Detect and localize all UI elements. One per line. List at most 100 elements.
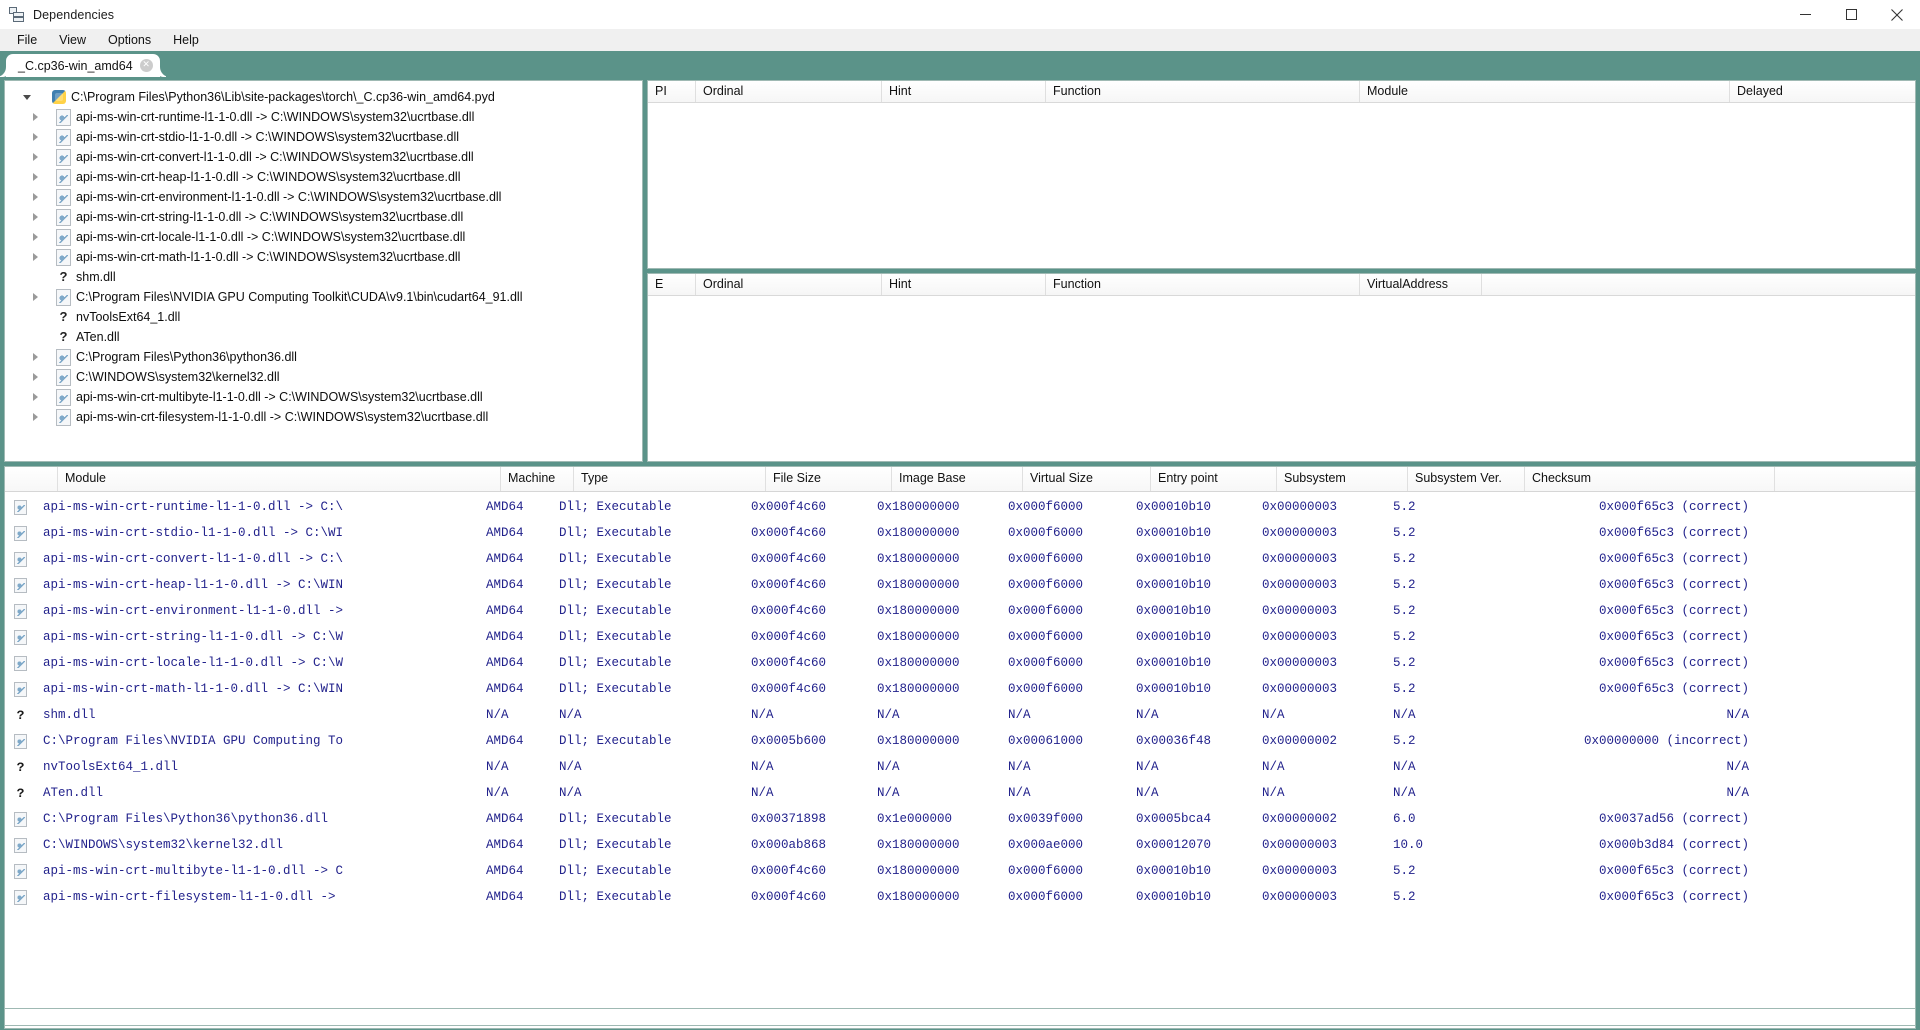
module-column-subsystem[interactable]: Subsystem bbox=[1277, 467, 1408, 491]
chevron-right-icon[interactable] bbox=[29, 171, 42, 184]
chevron-right-icon[interactable] bbox=[29, 111, 42, 124]
dependency-tree-panel[interactable]: C:\Program Files\Python36\Lib\site-packa… bbox=[4, 80, 643, 462]
module-column-virtual-size[interactable]: Virtual Size bbox=[1023, 467, 1151, 491]
table-row[interactable]: api-ms-win-crt-runtime-l1-1-0.dll -> C:\… bbox=[5, 494, 1915, 520]
table-row[interactable]: ? shm.dll N/A N/A N/A N/A N/A N/A N/A N/A N/A bbox=[5, 702, 1915, 728]
exports-panel[interactable]: E Ordinal Hint Function VirtualAddress bbox=[647, 273, 1916, 462]
chevron-right-icon[interactable] bbox=[29, 251, 42, 264]
exports-header-row: E Ordinal Hint Function VirtualAddress bbox=[648, 274, 1915, 296]
chevron-right-icon[interactable] bbox=[29, 191, 42, 204]
chevron-right-icon[interactable] bbox=[29, 411, 42, 424]
table-row[interactable]: api-ms-win-crt-environment-l1-1-0.dll ->… bbox=[5, 598, 1915, 624]
imports-column-pi[interactable]: PI bbox=[648, 81, 696, 102]
module-list-body[interactable]: api-ms-win-crt-runtime-l1-1-0.dll -> C:\… bbox=[5, 492, 1915, 1028]
table-row[interactable]: api-ms-win-crt-string-l1-1-0.dll -> C:\W… bbox=[5, 624, 1915, 650]
dll-file-icon bbox=[5, 655, 36, 671]
module-column-blank[interactable] bbox=[1775, 467, 1915, 491]
imports-column-delayed[interactable]: Delayed bbox=[1730, 81, 1915, 102]
module-list-panel[interactable]: Module Machine Type File Size Image Base Virt… bbox=[4, 466, 1916, 1029]
module-column-module[interactable]: Module bbox=[58, 467, 501, 491]
dll-file-icon bbox=[56, 188, 71, 206]
table-cell: api-ms-win-crt-convert-l1-1-0.dll -> C:\ bbox=[43, 552, 344, 566]
dll-file-icon bbox=[5, 837, 36, 853]
tree-node[interactable]: api-ms-win-crt-multibyte-l1-1-0.dll -> C… bbox=[5, 387, 642, 407]
table-row[interactable]: api-ms-win-crt-heap-l1-1-0.dll -> C:\WIN… bbox=[5, 572, 1915, 598]
table-row[interactable]: api-ms-win-crt-filesystem-l1-1-0.dll -> A… bbox=[5, 884, 1915, 910]
tree-node[interactable]: C:\Program Files\Python36\python36.dll bbox=[5, 347, 642, 367]
table-row[interactable]: C:\WINDOWS\system32\kernel32.dll AMD64 Dll… bbox=[5, 832, 1915, 858]
table-row[interactable]: api-ms-win-crt-stdio-l1-1-0.dll -> C:\WI… bbox=[5, 520, 1915, 546]
window-controls bbox=[1782, 0, 1920, 29]
tree-node[interactable]: C:\WINDOWS\system32\kernel32.dll bbox=[5, 367, 642, 387]
module-column-entry-point[interactable]: Entry point bbox=[1151, 467, 1277, 491]
imports-column-function[interactable]: Function bbox=[1046, 81, 1360, 102]
exports-column-virtualaddress[interactable]: VirtualAddress bbox=[1360, 274, 1482, 295]
chevron-down-icon[interactable] bbox=[21, 91, 34, 104]
exports-column-hint[interactable]: Hint bbox=[882, 274, 1046, 295]
tree-node[interactable]: C:\Program Files\Python36\Lib\site-packa… bbox=[5, 87, 642, 107]
imports-column-hint[interactable]: Hint bbox=[882, 81, 1046, 102]
close-button[interactable] bbox=[1874, 0, 1920, 29]
chevron-right-icon[interactable] bbox=[29, 231, 42, 244]
module-column-subsystem-ver[interactable]: Subsystem Ver. bbox=[1408, 467, 1525, 491]
table-row[interactable]: ? nvToolsExt64_1.dll N/A N/A N/A N/A N/A N/A N/A… bbox=[5, 754, 1915, 780]
table-cell: N/A bbox=[559, 708, 582, 722]
chevron-right-icon[interactable] bbox=[29, 131, 42, 144]
tree-node[interactable]: api-ms-win-crt-environment-l1-1-0.dll ->… bbox=[5, 187, 642, 207]
exports-column-blank[interactable] bbox=[1482, 274, 1915, 295]
tree-node-label: api-ms-win-crt-string-l1-1-0.dll -> C:\W… bbox=[76, 210, 464, 224]
module-column-machine[interactable]: Machine bbox=[501, 467, 574, 491]
menu-item-help[interactable]: Help bbox=[162, 30, 210, 50]
imports-column-ordinal[interactable]: Ordinal bbox=[696, 81, 882, 102]
exports-column-ordinal[interactable]: Ordinal bbox=[696, 274, 882, 295]
chevron-right-icon[interactable] bbox=[29, 371, 42, 384]
exports-column-function[interactable]: Function bbox=[1046, 274, 1360, 295]
tab-close-icon[interactable]: ✕ bbox=[139, 59, 153, 72]
tree-node[interactable]: api-ms-win-crt-convert-l1-1-0.dll -> C:\… bbox=[5, 147, 642, 167]
chevron-right-icon[interactable] bbox=[29, 151, 42, 164]
table-row[interactable]: ? ATen.dll N/A N/A N/A N/A N/A N/A N/A N/A N/A bbox=[5, 780, 1915, 806]
tree-node[interactable]: api-ms-win-crt-locale-l1-1-0.dll -> C:\W… bbox=[5, 227, 642, 247]
table-row[interactable]: api-ms-win-crt-multibyte-l1-1-0.dll -> C… bbox=[5, 858, 1915, 884]
table-row[interactable]: C:\Program Files\NVIDIA GPU Computing To… bbox=[5, 728, 1915, 754]
table-cell: N/A bbox=[559, 786, 582, 800]
exports-body[interactable] bbox=[648, 296, 1915, 461]
tree-node[interactable]: api-ms-win-crt-string-l1-1-0.dll -> C:\W… bbox=[5, 207, 642, 227]
tree-node[interactable]: api-ms-win-crt-math-l1-1-0.dll -> C:\WIN… bbox=[5, 247, 642, 267]
module-column-file-size[interactable]: File Size bbox=[766, 467, 892, 491]
table-row[interactable]: api-ms-win-crt-convert-l1-1-0.dll -> C:\… bbox=[5, 546, 1915, 572]
imports-panel[interactable]: PI Ordinal Hint Function Module Delayed bbox=[647, 80, 1916, 269]
exports-column-e[interactable]: E bbox=[648, 274, 696, 295]
module-column-checksum[interactable]: Checksum bbox=[1525, 467, 1775, 491]
maximize-button[interactable] bbox=[1828, 0, 1874, 29]
tree-node[interactable]: api-ms-win-crt-filesystem-l1-1-0.dll -> … bbox=[5, 407, 642, 427]
module-column-type[interactable]: Type bbox=[574, 467, 766, 491]
module-column-image-base[interactable]: Image Base bbox=[892, 467, 1023, 491]
tree-node[interactable]: C:\Program Files\NVIDIA GPU Computing To… bbox=[5, 287, 642, 307]
tree-node[interactable]: ? ATen.dll bbox=[5, 327, 642, 347]
tree-node[interactable]: ? shm.dll bbox=[5, 267, 642, 287]
chevron-right-icon[interactable] bbox=[29, 291, 42, 304]
chevron-right-icon[interactable] bbox=[29, 351, 42, 364]
table-row[interactable]: api-ms-win-crt-math-l1-1-0.dll -> C:\WIN… bbox=[5, 676, 1915, 702]
menu-item-view[interactable]: View bbox=[48, 30, 97, 50]
table-row[interactable]: C:\Program Files\Python36\python36.dll AM… bbox=[5, 806, 1915, 832]
table-cell: 5.2 bbox=[1393, 604, 1416, 618]
chevron-right-icon[interactable] bbox=[29, 211, 42, 224]
menu-item-options[interactable]: Options bbox=[97, 30, 162, 50]
table-cell: 0x00010b10 bbox=[1136, 656, 1212, 670]
imports-body[interactable] bbox=[648, 103, 1915, 268]
tree-node[interactable]: ? nvToolsExt64_1.dll bbox=[5, 307, 642, 327]
tree-node[interactable]: api-ms-win-crt-runtime-l1-1-0.dll -> C:\… bbox=[5, 107, 642, 127]
menu-item-file[interactable]: File bbox=[6, 30, 48, 50]
imports-column-module[interactable]: Module bbox=[1360, 81, 1730, 102]
table-cell: N/A bbox=[1262, 760, 1285, 774]
table-cell: 0x000f4c60 bbox=[751, 604, 827, 618]
tree-node[interactable]: api-ms-win-crt-stdio-l1-1-0.dll -> C:\WI… bbox=[5, 127, 642, 147]
tab-c-cp36-win-amd64[interactable]: _C.cp36-win_amd64 ✕ bbox=[6, 54, 160, 77]
table-row[interactable]: api-ms-win-crt-locale-l1-1-0.dll -> C:\W… bbox=[5, 650, 1915, 676]
tree-node[interactable]: api-ms-win-crt-heap-l1-1-0.dll -> C:\WIN… bbox=[5, 167, 642, 187]
chevron-right-icon[interactable] bbox=[29, 391, 42, 404]
minimize-button[interactable] bbox=[1782, 0, 1828, 29]
table-cell: 0x000f65c3 (correct) bbox=[1598, 604, 1749, 618]
